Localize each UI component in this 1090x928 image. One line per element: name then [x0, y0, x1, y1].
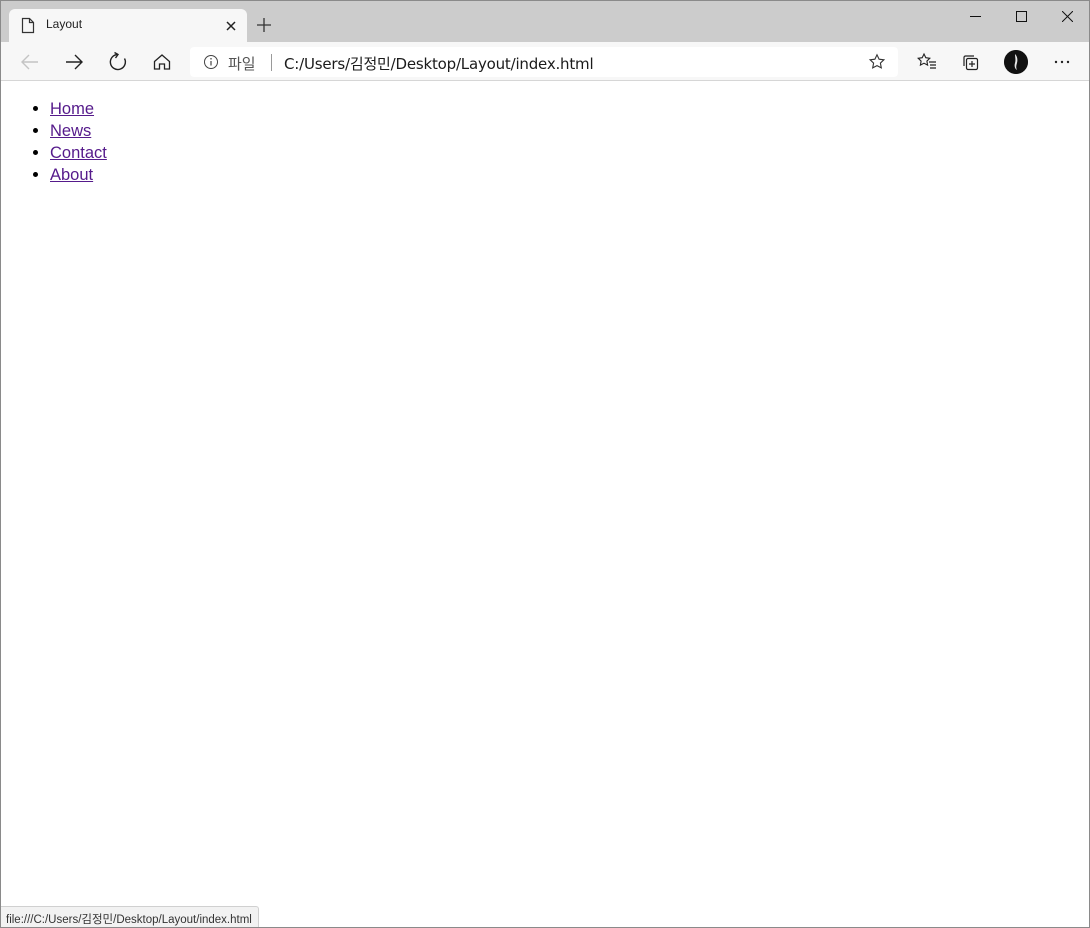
- collections-icon[interactable]: [959, 50, 983, 74]
- address-separator: [271, 54, 272, 71]
- nav-link-news[interactable]: News: [50, 122, 91, 140]
- list-item: About: [50, 164, 107, 186]
- favorite-star-icon[interactable]: [868, 53, 886, 71]
- tab-title: Layout: [46, 17, 83, 31]
- page-content: Home News Contact About: [1, 82, 1089, 927]
- close-window-button[interactable]: [1044, 6, 1089, 28]
- forward-arrow-icon[interactable]: [62, 50, 86, 74]
- nav-link-contact[interactable]: Contact: [50, 144, 107, 162]
- back-arrow-icon[interactable]: [18, 50, 42, 74]
- home-icon[interactable]: [150, 50, 174, 74]
- refresh-icon[interactable]: [106, 50, 130, 74]
- profile-avatar[interactable]: [1004, 50, 1028, 74]
- browser-window: Layout 파일 C:/Users/김정민/Desktop/Layout/in…: [0, 0, 1090, 928]
- tab-layout[interactable]: Layout: [9, 9, 247, 42]
- info-icon[interactable]: [203, 54, 219, 70]
- tab-strip: Layout: [1, 1, 1089, 42]
- nav-link-about[interactable]: About: [50, 166, 93, 184]
- favorites-list-icon[interactable]: [915, 50, 939, 74]
- more-options-icon[interactable]: [1050, 50, 1074, 74]
- nav-list: Home News Contact About: [50, 98, 107, 186]
- minimize-button[interactable]: [952, 6, 998, 28]
- list-item: News: [50, 120, 107, 142]
- url-text[interactable]: C:/Users/김정민/Desktop/Layout/index.html: [284, 53, 594, 74]
- close-tab-icon[interactable]: [223, 18, 239, 34]
- file-scheme-label: 파일: [228, 55, 256, 73]
- list-item: Contact: [50, 142, 107, 164]
- list-item: Home: [50, 98, 107, 120]
- maximize-button[interactable]: [998, 6, 1044, 28]
- toolbar: 파일 C:/Users/김정민/Desktop/Layout/index.htm…: [1, 42, 1089, 81]
- new-tab-icon[interactable]: [255, 16, 273, 34]
- status-bar-url: file:///C:/Users/김정민/Desktop/Layout/inde…: [1, 906, 259, 927]
- nav-link-home[interactable]: Home: [50, 100, 94, 118]
- page-icon: [21, 17, 35, 34]
- address-bar[interactable]: 파일 C:/Users/김정민/Desktop/Layout/index.htm…: [190, 47, 898, 77]
